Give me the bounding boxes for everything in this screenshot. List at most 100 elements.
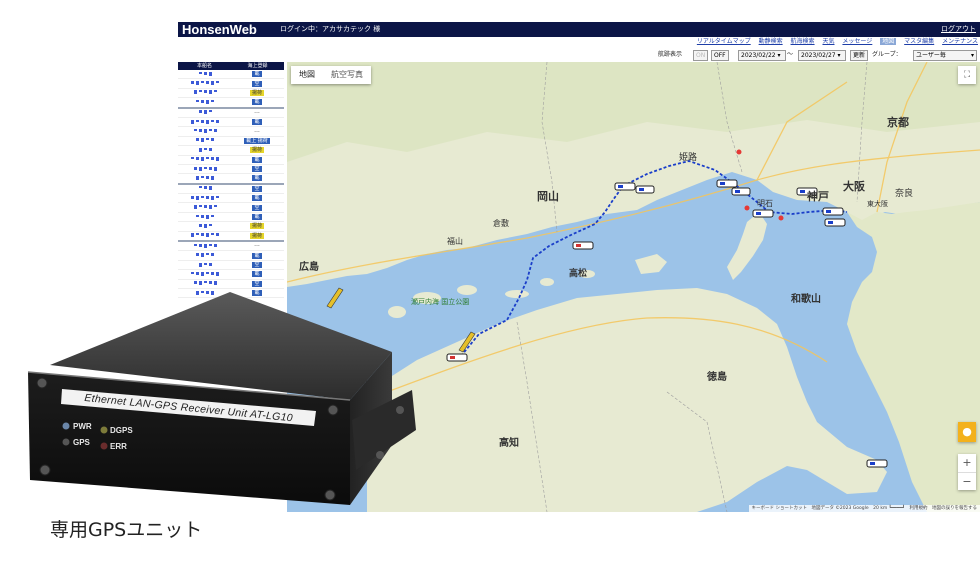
track-off-button[interactable]: OFF [711, 50, 729, 61]
pegman-icon[interactable]: ● [958, 422, 976, 442]
led-label-dgps: DGPS [110, 426, 133, 435]
logout-link[interactable]: ログアウト [941, 22, 976, 37]
update-button[interactable]: 更新 [850, 50, 869, 61]
vessel-name-redacted [178, 186, 232, 191]
fullscreen-icon[interactable]: ⛶ [958, 66, 976, 84]
vessel-row[interactable]: 載 [178, 174, 284, 185]
date-from-select[interactable]: 2023/02/22 ▾ [738, 50, 786, 61]
vessel-status-badge: 空 [252, 166, 262, 173]
vessel-row[interactable]: 載 [178, 251, 284, 261]
ship-marker-9 [446, 353, 468, 362]
vessel-status-badge: 揚荷 [249, 223, 264, 230]
vessel-row[interactable]: 空 [178, 79, 284, 89]
ship-marker-8 [572, 241, 594, 250]
nav-realtime-map[interactable]: リアルタイムマップ [697, 38, 751, 45]
label-kurashiki: 倉敷 [493, 218, 509, 228]
label-tokushima: 徳島 [706, 370, 727, 383]
dgps-led [100, 426, 108, 434]
vessel-row[interactable]: 載 [178, 156, 284, 165]
caption: 専用GPSユニット [50, 519, 203, 541]
zoom-in-button[interactable]: + [958, 454, 976, 472]
vessel-status-badge: 空 [252, 204, 262, 211]
label-kochi: 高知 [499, 436, 519, 449]
group-select[interactable]: ユーザー毎 ▾ [913, 50, 977, 61]
vessel-row[interactable]: 載 [178, 70, 284, 80]
vessel-row[interactable]: 載 [178, 118, 284, 128]
track-label: 航跡表示 [658, 51, 683, 58]
vessel-status-badge: 揚荷 [249, 89, 264, 96]
vessel-name-redacted [178, 138, 232, 143]
vessel-row[interactable]: 空 [178, 185, 284, 195]
nav-movement-search[interactable]: 動静検索 [759, 38, 783, 45]
vessel-row[interactable]: 載 [178, 213, 284, 223]
vessel-status-badge: 載 [252, 119, 262, 126]
vessel-status-badge: 空 [252, 262, 262, 268]
vessel-row[interactable]: --- [178, 109, 284, 118]
vessel-row[interactable]: 揚荷 [178, 222, 284, 232]
vessel-name-redacted [178, 157, 232, 162]
ship-marker-2 [716, 179, 738, 188]
date-to-select[interactable]: 2023/02/27 ▾ [798, 50, 846, 61]
vessel-row[interactable]: 載 [178, 98, 284, 109]
led-label-gps: GPS [73, 438, 90, 447]
vessel-row[interactable]: 載上 揚荷 [178, 137, 284, 147]
vessel-row[interactable]: 揚荷 [178, 89, 284, 99]
label-wakayama: 和歌山 [790, 292, 821, 305]
vessel-name-redacted [178, 262, 232, 268]
vessel-status-badge: 載 [252, 195, 262, 202]
awaji-island [727, 212, 767, 280]
ship-marker-3 [752, 209, 774, 218]
vessel-name-redacted [178, 205, 232, 210]
vessel-row[interactable]: --- [178, 127, 284, 137]
vessel-row[interactable]: 載 [178, 270, 284, 280]
ship-marker-7 [866, 459, 888, 468]
vessel-status-badge: 載 [252, 271, 262, 278]
label-takamatsu: 高松 [569, 267, 587, 279]
vessel-name-redacted [178, 90, 232, 95]
map-type-satellite[interactable]: 航空写真 [323, 66, 371, 84]
vessel-row[interactable]: 揚荷 [178, 232, 284, 243]
vessel-status-badge: 空 [252, 80, 262, 87]
nav-weather[interactable]: 天気 [822, 38, 834, 45]
shikoku-land [367, 288, 887, 512]
vessel-row[interactable]: 空 [178, 203, 284, 213]
vessel-status-badge: 載 [252, 175, 262, 182]
vessel-name-redacted [178, 129, 232, 134]
vessel-status-badge: 載 [252, 99, 262, 106]
vessel-name-redacted [178, 271, 232, 277]
vessel-row[interactable]: 載 [178, 194, 284, 204]
vessel-row[interactable]: --- [178, 242, 284, 252]
vessel-status-badge: 載 [252, 71, 262, 78]
vessel-name-redacted [178, 175, 232, 181]
map-type-map[interactable]: 地図 [291, 66, 323, 84]
ship-marker-6 [824, 218, 846, 227]
shodoshima-island [635, 254, 667, 274]
map-type-toggle: 地図 航空写真 [291, 66, 371, 84]
label-higashiosaka: 東大阪 [867, 199, 888, 208]
vessel-status-badge: 載上 揚荷 [244, 137, 270, 144]
vessel-row[interactable]: 揚荷 [178, 146, 284, 156]
zoom-out-button[interactable]: − [958, 472, 976, 491]
header-marine-reg: 海上登録 [247, 63, 268, 69]
ship-marker-1 [614, 182, 636, 191]
nav-map[interactable]: 地図 [880, 38, 897, 45]
label-nara: 奈良 [895, 187, 913, 199]
login-status: ログイン中：アカサカテック 様 [280, 25, 381, 33]
vessel-list-header: 本船名 海上登録 [178, 62, 284, 70]
nav-maintenance[interactable]: メンテナンス [942, 38, 978, 45]
label-osaka: 大阪 [843, 179, 866, 193]
top-header: HonsenWeb ログイン中：アカサカテック 様 ログアウト [178, 22, 980, 37]
vessel-list: 本船名 海上登録 載空揚荷載 --- 載 --- 載上 揚荷 揚荷載空載空載空載揚荷 揚荷 -… [178, 62, 284, 302]
nav-voyage-search[interactable]: 航海検索 [791, 38, 815, 45]
led-label-err: ERR [110, 442, 127, 451]
nav-master-edit[interactable]: マスタ編集 [904, 38, 934, 45]
err-led [100, 442, 108, 450]
vessel-row[interactable]: 空 [178, 165, 284, 175]
nav-message[interactable]: メッセージ [842, 38, 872, 45]
vessel-name-redacted [178, 233, 232, 238]
date-tilde: ～ [787, 51, 794, 58]
label-himeji: 姫路 [679, 151, 697, 163]
vessel-row[interactable]: 空 [178, 261, 284, 271]
track-on-button[interactable]: ON [693, 50, 709, 61]
filter-bar: 航跡表示 ON OFF 2023/02/22 ▾ ～ 2023/02/27 ▾ … [178, 48, 980, 62]
